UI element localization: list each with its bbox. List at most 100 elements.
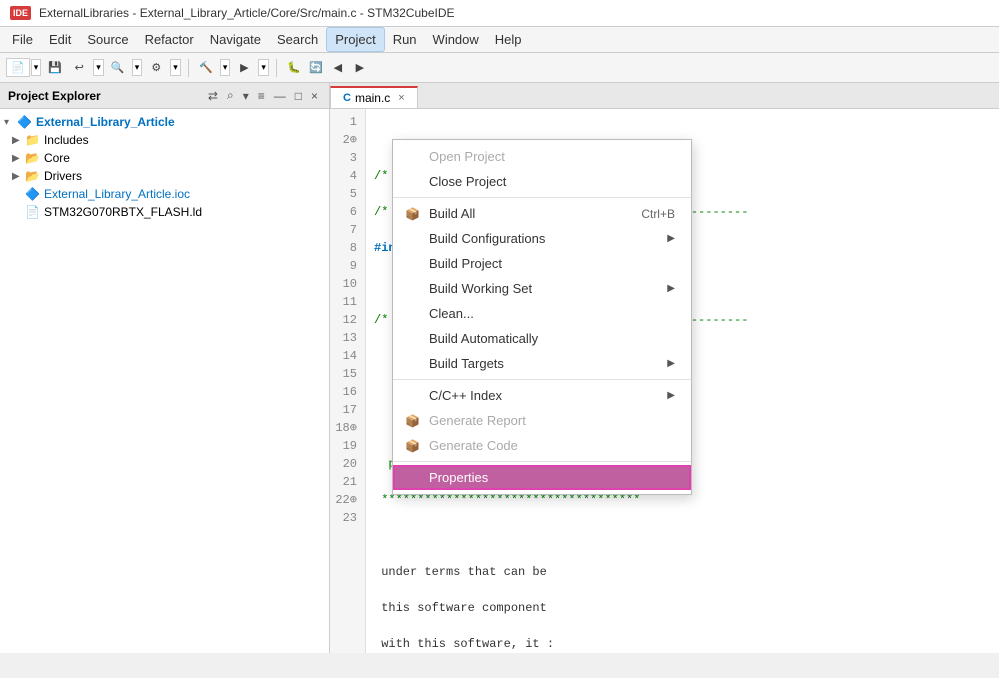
menu-item-build-project[interactable]: Build Project xyxy=(393,251,691,276)
main-area: Project Explorer ⇄ ⌕ ▾ ≡ — □ × ▾ 🔷 Exter… xyxy=(0,83,999,653)
tree-includes[interactable]: ▶ 📁 Includes xyxy=(0,131,329,149)
new-arrow[interactable]: ▾ xyxy=(31,59,42,76)
window-title: ExternalLibraries - External_Library_Art… xyxy=(39,6,454,20)
menu-item-close-project[interactable]: Close Project xyxy=(393,169,691,194)
build-project-label: Build Project xyxy=(429,256,502,271)
back-btn[interactable]: ◀ xyxy=(328,58,348,78)
settings-btn[interactable]: ⚙ xyxy=(146,58,166,78)
search-dropdown[interactable]: ▾ xyxy=(132,59,143,76)
build-btn[interactable]: 🔨 xyxy=(196,58,216,78)
toolbar-sep2 xyxy=(276,59,277,77)
menu-item-build-all[interactable]: 📦 Build All Ctrl+B xyxy=(393,201,691,226)
build-automatically-label: Build Automatically xyxy=(429,331,538,346)
menu-run[interactable]: Run xyxy=(385,28,425,51)
generate-report-label: Generate Report xyxy=(429,413,526,428)
code-line xyxy=(374,527,991,545)
new-dropdown[interactable]: 📄 ▾ xyxy=(6,58,41,77)
menu-file[interactable]: File xyxy=(4,28,41,51)
search-btn[interactable]: 🔍 xyxy=(108,58,128,78)
menu-refactor[interactable]: Refactor xyxy=(137,28,202,51)
tree-icon-drivers: 📂 xyxy=(25,169,40,183)
menu-bar: File Edit Source Refactor Navigate Searc… xyxy=(0,27,999,53)
menu-item-build-targets[interactable]: Build Targets ▶ xyxy=(393,351,691,376)
tree-label-includes: Includes xyxy=(44,133,89,147)
explorer-collapse-icon[interactable]: ▾ xyxy=(240,88,252,104)
tree-label-ioc: External_Library_Article.ioc xyxy=(44,187,190,201)
tree-core[interactable]: ▶ 📂 Core xyxy=(0,149,329,167)
build-configurations-arrow: ▶ xyxy=(667,233,675,244)
tree-arrow-core: ▶ xyxy=(12,153,22,164)
menu-item-build-automatically[interactable]: Build Automatically xyxy=(393,326,691,351)
title-bar: IDE ExternalLibraries - External_Library… xyxy=(0,0,999,27)
build-all-label: Build All xyxy=(429,206,475,221)
menu-item-generate-code: 📦 Generate Code xyxy=(393,433,691,458)
cpp-index-arrow: ▶ xyxy=(667,390,675,401)
tree-label-drivers: Drivers xyxy=(44,169,82,183)
save-btn[interactable]: 💾 xyxy=(45,58,65,78)
build-dropdown[interactable]: ▾ xyxy=(220,59,231,76)
tree-label-ld: STM32G070RBTX_FLASH.ld xyxy=(44,205,202,219)
menu-window[interactable]: Window xyxy=(425,28,487,51)
build-all-icon: 📦 xyxy=(405,207,420,221)
menu-help[interactable]: Help xyxy=(487,28,530,51)
build-targets-label: Build Targets xyxy=(429,356,504,371)
explorer-menu-icon[interactable]: ≡ xyxy=(255,88,268,104)
explorer-title: Project Explorer xyxy=(8,89,101,103)
menu-item-clean[interactable]: Clean... xyxy=(393,301,691,326)
menu-item-generate-report: 📦 Generate Report xyxy=(393,408,691,433)
explorer-filter-icon[interactable]: ⌕ xyxy=(224,87,237,104)
explorer-header-icons: ⇄ ⌕ ▾ ≡ — □ × xyxy=(205,87,321,104)
tree-ioc[interactable]: 🔷 External_Library_Article.ioc xyxy=(0,185,329,203)
undo-arrow[interactable]: ▾ xyxy=(93,59,104,76)
code-line: this software component xyxy=(374,599,991,617)
open-project-label: Open Project xyxy=(429,149,505,164)
run-btn[interactable]: ▶ xyxy=(234,58,254,78)
explorer-sync-icon[interactable]: ⇄ xyxy=(205,88,221,104)
build-working-set-arrow: ▶ xyxy=(667,283,675,294)
explorer-close-icon[interactable]: × xyxy=(308,88,321,104)
settings-dropdown[interactable]: ▾ xyxy=(170,59,181,76)
generate-code-label: Generate Code xyxy=(429,438,518,453)
menu-search[interactable]: Search xyxy=(269,28,326,51)
tree-label-root: External_Library_Article xyxy=(36,115,175,129)
properties-label: Properties xyxy=(429,470,488,485)
tree-drivers[interactable]: ▶ 📂 Drivers xyxy=(0,167,329,185)
undo-dropdown[interactable]: ▾ xyxy=(93,59,104,76)
explorer-title-group: Project Explorer xyxy=(8,89,101,103)
new-btn[interactable]: 📄 xyxy=(6,58,30,77)
undo-btn[interactable]: ↩ xyxy=(69,58,89,78)
explorer-panel: Project Explorer ⇄ ⌕ ▾ ≡ — □ × ▾ 🔷 Exter… xyxy=(0,83,330,653)
toolbar: 📄 ▾ 💾 ↩ ▾ 🔍 ▾ ⚙ ▾ 🔨 ▾ ▶ ▾ 🐛 🔄 ◀ ▶ xyxy=(0,53,999,83)
menu-navigate[interactable]: Navigate xyxy=(202,28,269,51)
tree-icon-root: 🔷 xyxy=(17,115,32,129)
menu-project[interactable]: Project xyxy=(326,27,384,52)
tab-close-icon[interactable]: × xyxy=(398,92,404,104)
menu-item-build-configurations[interactable]: Build Configurations ▶ xyxy=(393,226,691,251)
refresh-btn[interactable]: 🔄 xyxy=(306,58,326,78)
ide-logo: IDE xyxy=(10,6,31,20)
explorer-minimize-icon[interactable]: — xyxy=(271,88,289,104)
menu-item-cpp-index[interactable]: C/C++ Index ▶ xyxy=(393,383,691,408)
tree-arrow-includes: ▶ xyxy=(12,135,22,146)
close-project-label: Close Project xyxy=(429,174,506,189)
search-arrow[interactable]: ▾ xyxy=(132,59,143,76)
forward-btn[interactable]: ▶ xyxy=(350,58,370,78)
run-dropdown[interactable]: ▾ xyxy=(258,59,269,76)
tree-icon-ld: 📄 xyxy=(25,205,40,219)
build-all-shortcut: Ctrl+B xyxy=(641,207,675,221)
tab-label: main.c xyxy=(355,91,390,105)
settings-arrow[interactable]: ▾ xyxy=(170,59,181,76)
build-arrow[interactable]: ▾ xyxy=(220,59,231,76)
menu-edit[interactable]: Edit xyxy=(41,28,79,51)
tree-arrow-drivers: ▶ xyxy=(12,171,22,182)
run-arrow[interactable]: ▾ xyxy=(258,59,269,76)
menu-item-build-working-set[interactable]: Build Working Set ▶ xyxy=(393,276,691,301)
tree-arrow-root: ▾ xyxy=(4,117,14,128)
menu-source[interactable]: Source xyxy=(79,28,136,51)
debug-btn[interactable]: 🐛 xyxy=(284,58,304,78)
tree-ld[interactable]: 📄 STM32G070RBTX_FLASH.ld xyxy=(0,203,329,221)
explorer-maximize-icon[interactable]: □ xyxy=(292,88,305,104)
tree-root[interactable]: ▾ 🔷 External_Library_Article xyxy=(0,113,329,131)
editor-tab-mainc[interactable]: C main.c × xyxy=(330,86,418,108)
menu-item-properties[interactable]: Properties xyxy=(393,465,691,490)
